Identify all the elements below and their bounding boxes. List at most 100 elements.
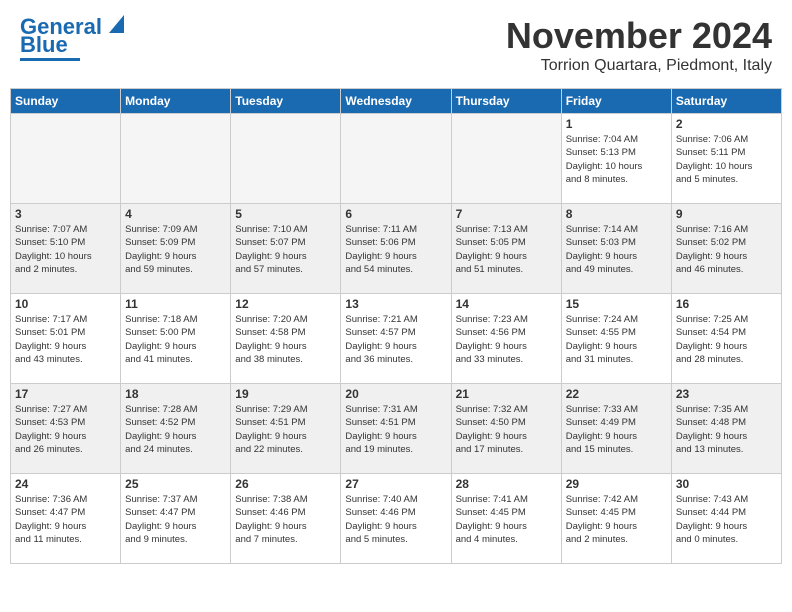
day-info: Sunrise: 7:18 AM Sunset: 5:00 PM Dayligh… (125, 313, 226, 366)
day-info: Sunrise: 7:42 AM Sunset: 4:45 PM Dayligh… (566, 493, 667, 546)
day-info: Sunrise: 7:41 AM Sunset: 4:45 PM Dayligh… (456, 493, 557, 546)
day-info: Sunrise: 7:37 AM Sunset: 4:47 PM Dayligh… (125, 493, 226, 546)
day-info: Sunrise: 7:11 AM Sunset: 5:06 PM Dayligh… (345, 223, 446, 276)
day-info: Sunrise: 7:21 AM Sunset: 4:57 PM Dayligh… (345, 313, 446, 366)
day-info: Sunrise: 7:33 AM Sunset: 4:49 PM Dayligh… (566, 403, 667, 456)
day-info: Sunrise: 7:38 AM Sunset: 4:46 PM Dayligh… (235, 493, 336, 546)
day-info: Sunrise: 7:14 AM Sunset: 5:03 PM Dayligh… (566, 223, 667, 276)
calendar-day-cell: 2 Sunrise: 7:06 AM Sunset: 5:11 PM Daylig… (671, 114, 781, 204)
calendar-day-cell: 11 Sunrise: 7:18 AM Sunset: 5:00 PM Dayli… (121, 294, 231, 384)
calendar-day-cell: 28 Sunrise: 7:41 AM Sunset: 4:45 PM Dayli… (451, 474, 561, 564)
day-info: Sunrise: 7:36 AM Sunset: 4:47 PM Dayligh… (15, 493, 116, 546)
day-number: 28 (456, 477, 557, 491)
day-number: 18 (125, 387, 226, 401)
day-number: 15 (566, 297, 667, 311)
calendar-day-cell: 27Sunrise: 7:40 AM Sunset: 4:46 PM Dayli… (341, 474, 451, 564)
calendar-day-cell: 15 Sunrise: 7:24 AM Sunset: 4:55 PM Dayli… (561, 294, 671, 384)
weekday-header: Friday (561, 89, 671, 114)
calendar-day-cell: 8 Sunrise: 7:14 AM Sunset: 5:03 PM Daylig… (561, 204, 671, 294)
calendar-day-cell: 25 Sunrise: 7:37 AM Sunset: 4:47 PM Dayli… (121, 474, 231, 564)
calendar-day-cell: 26 Sunrise: 7:38 AM Sunset: 4:46 PM Dayli… (231, 474, 341, 564)
day-number: 19 (235, 387, 336, 401)
day-number: 26 (235, 477, 336, 491)
day-number: 23 (676, 387, 777, 401)
day-number: 27 (345, 477, 446, 491)
day-number: 20 (345, 387, 446, 401)
calendar-day-cell: 17Sunrise: 7:27 AM Sunset: 4:53 PM Dayli… (11, 384, 121, 474)
day-info: Sunrise: 7:06 AM Sunset: 5:11 PM Dayligh… (676, 133, 777, 186)
day-number: 6 (345, 207, 446, 221)
calendar-day-cell: 23 Sunrise: 7:35 AM Sunset: 4:48 PM Dayli… (671, 384, 781, 474)
calendar-day-cell (11, 114, 121, 204)
calendar-week-row: 3 Sunrise: 7:07 AM Sunset: 5:10 PM Daylig… (11, 204, 782, 294)
calendar-day-cell (451, 114, 561, 204)
calendar-day-cell: 12Sunrise: 7:20 AM Sunset: 4:58 PM Dayli… (231, 294, 341, 384)
day-info: Sunrise: 7:23 AM Sunset: 4:56 PM Dayligh… (456, 313, 557, 366)
logo-icon (104, 15, 124, 33)
calendar-day-cell (121, 114, 231, 204)
day-number: 9 (676, 207, 777, 221)
day-number: 1 (566, 117, 667, 131)
calendar-day-cell: 1 Sunrise: 7:04 AM Sunset: 5:13 PM Daylig… (561, 114, 671, 204)
day-info: Sunrise: 7:09 AM Sunset: 5:09 PM Dayligh… (125, 223, 226, 276)
weekday-header: Saturday (671, 89, 781, 114)
calendar-week-row: 17Sunrise: 7:27 AM Sunset: 4:53 PM Dayli… (11, 384, 782, 474)
day-number: 21 (456, 387, 557, 401)
day-info: Sunrise: 7:17 AM Sunset: 5:01 PM Dayligh… (15, 313, 116, 366)
day-number: 30 (676, 477, 777, 491)
weekday-header: Monday (121, 89, 231, 114)
title-block: November 2024 Torrion Quartara, Piedmont… (506, 15, 772, 75)
day-number: 5 (235, 207, 336, 221)
calendar-week-row: 24Sunrise: 7:36 AM Sunset: 4:47 PM Dayli… (11, 474, 782, 564)
day-number: 10 (15, 297, 116, 311)
weekday-header: Thursday (451, 89, 561, 114)
day-number: 11 (125, 297, 226, 311)
day-info: Sunrise: 7:24 AM Sunset: 4:55 PM Dayligh… (566, 313, 667, 366)
day-info: Sunrise: 7:13 AM Sunset: 5:05 PM Dayligh… (456, 223, 557, 276)
calendar-header-row: SundayMondayTuesdayWednesdayThursdayFrid… (11, 89, 782, 114)
location-subtitle: Torrion Quartara, Piedmont, Italy (506, 57, 772, 75)
day-info: Sunrise: 7:04 AM Sunset: 5:13 PM Dayligh… (566, 133, 667, 186)
calendar-day-cell: 18Sunrise: 7:28 AM Sunset: 4:52 PM Dayli… (121, 384, 231, 474)
calendar-day-cell: 5 Sunrise: 7:10 AM Sunset: 5:07 PM Daylig… (231, 204, 341, 294)
calendar-day-cell: 7Sunrise: 7:13 AM Sunset: 5:05 PM Daylig… (451, 204, 561, 294)
day-number: 2 (676, 117, 777, 131)
day-info: Sunrise: 7:07 AM Sunset: 5:10 PM Dayligh… (15, 223, 116, 276)
month-title: November 2024 (506, 15, 772, 57)
calendar-day-cell: 24Sunrise: 7:36 AM Sunset: 4:47 PM Dayli… (11, 474, 121, 564)
day-number: 25 (125, 477, 226, 491)
calendar-table: SundayMondayTuesdayWednesdayThursdayFrid… (10, 88, 782, 564)
day-number: 8 (566, 207, 667, 221)
day-number: 3 (15, 207, 116, 221)
logo-text2: Blue (20, 34, 68, 56)
logo-underline (20, 58, 80, 61)
calendar-day-cell: 9 Sunrise: 7:16 AM Sunset: 5:02 PM Daylig… (671, 204, 781, 294)
day-info: Sunrise: 7:10 AM Sunset: 5:07 PM Dayligh… (235, 223, 336, 276)
calendar-day-cell: 3 Sunrise: 7:07 AM Sunset: 5:10 PM Daylig… (11, 204, 121, 294)
calendar-day-cell: 16Sunrise: 7:25 AM Sunset: 4:54 PM Dayli… (671, 294, 781, 384)
day-number: 17 (15, 387, 116, 401)
day-info: Sunrise: 7:16 AM Sunset: 5:02 PM Dayligh… (676, 223, 777, 276)
calendar-day-cell: 13 Sunrise: 7:21 AM Sunset: 4:57 PM Dayli… (341, 294, 451, 384)
calendar-day-cell: 6 Sunrise: 7:11 AM Sunset: 5:06 PM Daylig… (341, 204, 451, 294)
calendar-week-row: 10 Sunrise: 7:17 AM Sunset: 5:01 PM Dayli… (11, 294, 782, 384)
day-info: Sunrise: 7:43 AM Sunset: 4:44 PM Dayligh… (676, 493, 777, 546)
calendar-day-cell: 29Sunrise: 7:42 AM Sunset: 4:45 PM Dayli… (561, 474, 671, 564)
weekday-header: Sunday (11, 89, 121, 114)
calendar-day-cell: 22Sunrise: 7:33 AM Sunset: 4:49 PM Dayli… (561, 384, 671, 474)
calendar-day-cell (231, 114, 341, 204)
day-number: 13 (345, 297, 446, 311)
day-info: Sunrise: 7:25 AM Sunset: 4:54 PM Dayligh… (676, 313, 777, 366)
calendar-day-cell: 30 Sunrise: 7:43 AM Sunset: 4:44 PM Dayli… (671, 474, 781, 564)
day-info: Sunrise: 7:35 AM Sunset: 4:48 PM Dayligh… (676, 403, 777, 456)
calendar-day-cell: 14Sunrise: 7:23 AM Sunset: 4:56 PM Dayli… (451, 294, 561, 384)
calendar-day-cell: 10 Sunrise: 7:17 AM Sunset: 5:01 PM Dayli… (11, 294, 121, 384)
calendar-day-cell (341, 114, 451, 204)
calendar-week-row: 1 Sunrise: 7:04 AM Sunset: 5:13 PM Daylig… (11, 114, 782, 204)
calendar-day-cell: 19 Sunrise: 7:29 AM Sunset: 4:51 PM Dayli… (231, 384, 341, 474)
day-info: Sunrise: 7:29 AM Sunset: 4:51 PM Dayligh… (235, 403, 336, 456)
day-number: 12 (235, 297, 336, 311)
weekday-header: Tuesday (231, 89, 341, 114)
calendar-day-cell: 4Sunrise: 7:09 AM Sunset: 5:09 PM Daylig… (121, 204, 231, 294)
page-header: General Blue November 2024 Torrion Quart… (10, 10, 782, 80)
